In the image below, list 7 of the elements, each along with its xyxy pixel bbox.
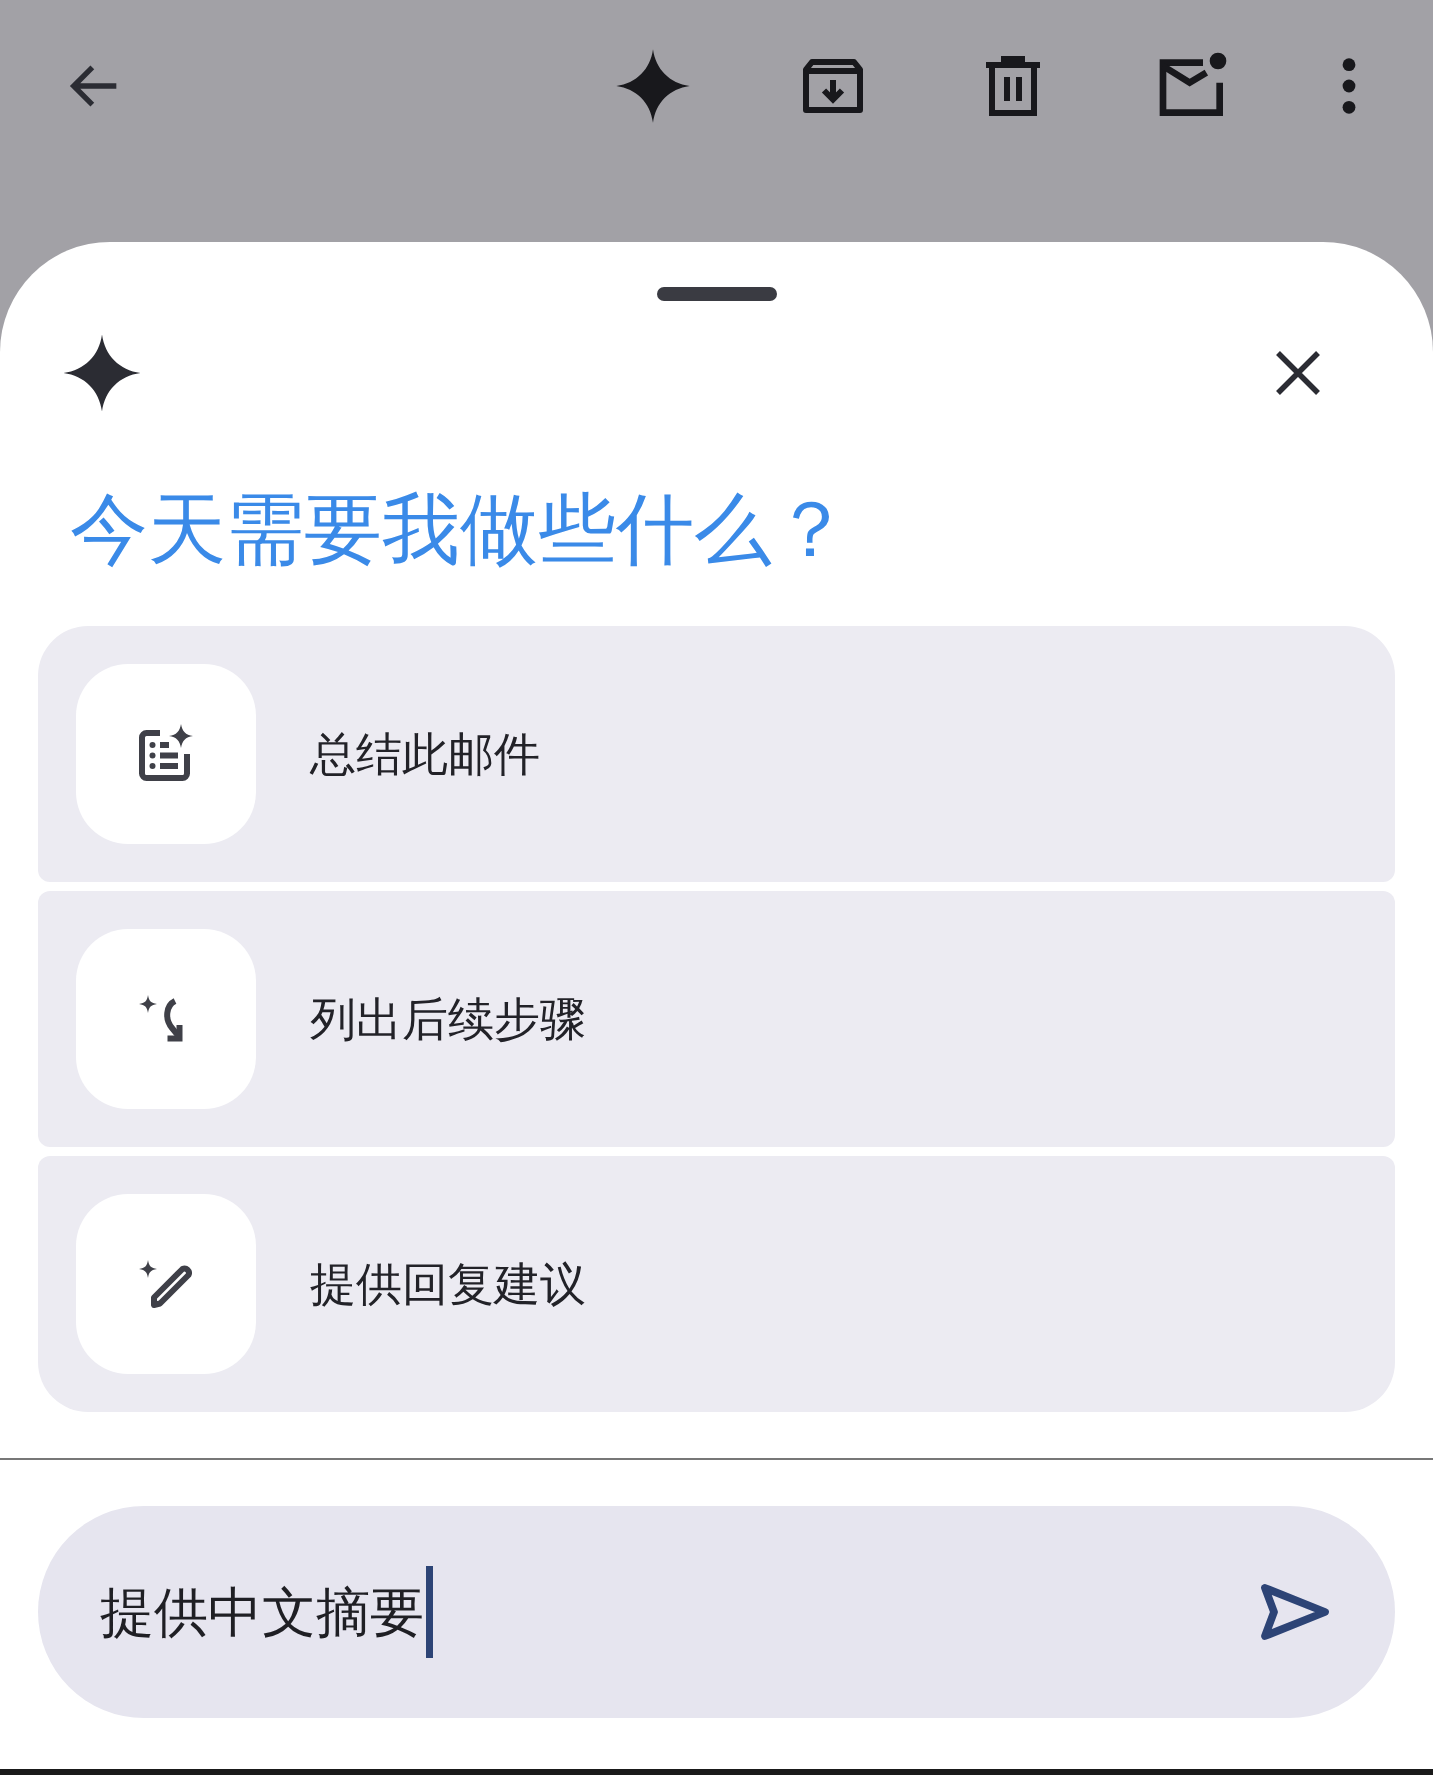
suggestion-item[interactable]: 提供回复建议 — [38, 1156, 1395, 1412]
prompt-text: 提供中文摘要 — [100, 1580, 424, 1644]
suggestion-item[interactable]: 总结此邮件 — [38, 626, 1395, 882]
prompt-field[interactable]: 提供中文摘要 — [38, 1506, 1395, 1718]
suggestion-item[interactable]: 列出后续步骤 — [38, 891, 1395, 1147]
drag-handle[interactable] — [656, 287, 777, 301]
sheet-heading: 今天需要我做些什么？ — [69, 490, 851, 568]
